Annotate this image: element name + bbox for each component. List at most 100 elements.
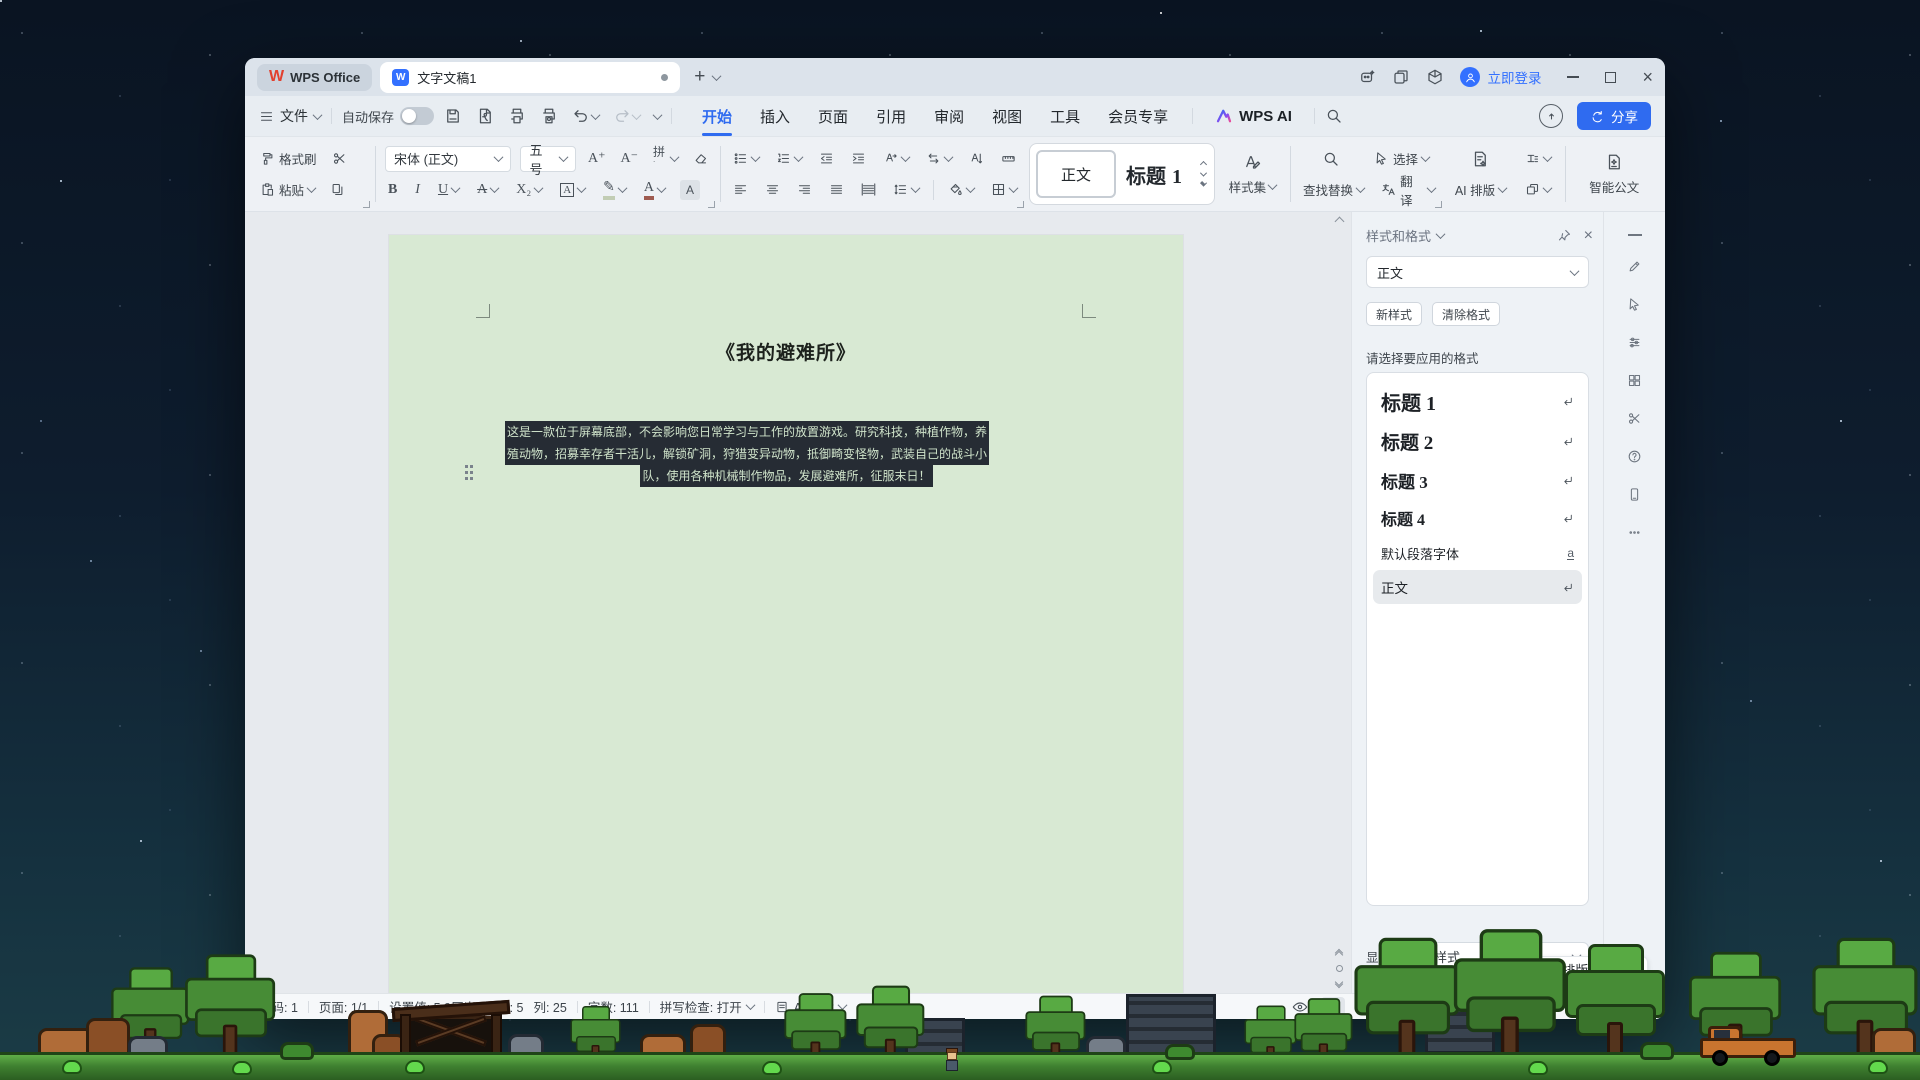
- style-item-heading2[interactable]: 标题 2: [1373, 421, 1582, 461]
- numbering-button[interactable]: [773, 146, 805, 172]
- highlight-button[interactable]: ✎: [600, 177, 629, 203]
- style-heading1-chip[interactable]: 标题1: [1126, 160, 1182, 189]
- login-entry[interactable]: 立即登录: [1460, 67, 1541, 87]
- pinyin-guide-button[interactable]: 拼´: [650, 146, 681, 172]
- rail-help-icon[interactable]: [1627, 449, 1642, 464]
- rail-more-icon[interactable]: [1627, 525, 1642, 540]
- tab-page[interactable]: 页面: [804, 96, 862, 136]
- gallery-up-icon[interactable]: [1200, 160, 1207, 167]
- shading-button[interactable]: [945, 177, 977, 203]
- pin-panel-icon[interactable]: [1557, 228, 1572, 243]
- close-button[interactable]: ×: [1642, 68, 1653, 86]
- rail-widgets-icon[interactable]: [1627, 373, 1642, 388]
- font-size-combo[interactable]: 五号: [520, 146, 575, 172]
- document-page[interactable]: 《我的避难所》 这是一款位于屏幕底部，不会影响您日常学习与工作的放置游戏。研究科…: [389, 235, 1183, 993]
- maximize-button[interactable]: [1605, 72, 1616, 83]
- copy-button[interactable]: [327, 177, 348, 203]
- panel-title-chevron-icon[interactable]: [1436, 229, 1446, 239]
- redo-button[interactable]: [613, 107, 640, 125]
- arrange-button[interactable]: [1522, 177, 1554, 203]
- text-direction-button[interactable]: [880, 146, 912, 172]
- find-replace-button[interactable]: 查找替换: [1300, 177, 1369, 203]
- font-name-combo[interactable]: 宋体 (正文): [385, 146, 512, 172]
- line-spacing-button[interactable]: [890, 177, 922, 203]
- style-item-heading1[interactable]: 标题 1: [1373, 381, 1582, 421]
- char-border-button[interactable]: A: [557, 177, 588, 203]
- document-body[interactable]: 这是一款位于屏幕底部，不会影响您日常学习与工作的放置游戏。研究科技，种植作物，养…: [505, 421, 1068, 487]
- subscript-button[interactable]: X₂: [513, 177, 545, 203]
- file-menu[interactable]: 文件: [259, 106, 321, 126]
- paste-button[interactable]: 粘贴: [257, 177, 318, 203]
- rail-clip-icon[interactable]: [1627, 411, 1642, 426]
- paragraph-drag-handle[interactable]: [465, 465, 468, 468]
- rail-annotate-icon[interactable]: [1627, 259, 1642, 274]
- clear-format-button[interactable]: [690, 146, 711, 172]
- quickbar-more-chevron-icon[interactable]: [653, 110, 663, 120]
- page-view-icon[interactable]: [1321, 997, 1345, 1017]
- justify-button[interactable]: [826, 177, 847, 203]
- new-tab-button[interactable]: +: [694, 66, 705, 88]
- style-set-button[interactable]: 样式集: [1224, 153, 1281, 196]
- underline-button[interactable]: U: [435, 177, 462, 203]
- autosave-toggle[interactable]: [400, 107, 434, 125]
- rail-mobile-icon[interactable]: [1627, 487, 1642, 502]
- tab-review[interactable]: 审阅: [920, 96, 978, 136]
- ai-layout-button[interactable]: AI 排版: [1447, 177, 1513, 203]
- ai-layout-floating-button[interactable]: AI 排版 VIP: [1516, 956, 1648, 983]
- translate-button[interactable]: 翻译: [1378, 177, 1438, 203]
- print-icon[interactable]: [508, 107, 526, 125]
- document-tab[interactable]: W 文字文稿1: [380, 62, 680, 93]
- bold-button[interactable]: B: [385, 177, 400, 203]
- workspace-cube-icon[interactable]: [1426, 68, 1444, 86]
- close-panel-icon[interactable]: ×: [1584, 227, 1593, 245]
- select-browse-object-button[interactable]: [1336, 965, 1343, 972]
- increase-font-button[interactable]: A⁺: [585, 146, 609, 172]
- wrap-button[interactable]: [923, 146, 955, 172]
- tab-list-chevron-icon[interactable]: [712, 71, 722, 81]
- strikethrough-button[interactable]: A: [474, 177, 501, 203]
- bullets-button[interactable]: [730, 146, 762, 172]
- increase-indent-button[interactable]: [848, 146, 869, 172]
- gallery-expand-icon[interactable]: [1200, 179, 1207, 186]
- fullscreen-play-icon[interactable]: [1387, 999, 1403, 1015]
- current-style-combo[interactable]: 正文: [1366, 256, 1589, 288]
- align-center-button[interactable]: [762, 177, 783, 203]
- font-color-button[interactable]: A: [641, 177, 668, 203]
- select-button[interactable]: 选择: [1371, 146, 1432, 172]
- font-group-expand[interactable]: [708, 201, 715, 208]
- smart-doc-button[interactable]: 智能公文: [1575, 153, 1653, 196]
- decrease-font-button[interactable]: A⁻: [617, 146, 641, 172]
- tab-wps-ai[interactable]: WPS AI: [1203, 107, 1304, 125]
- search-icon[interactable]: [1325, 107, 1343, 125]
- autosave-control[interactable]: 自动保存: [342, 107, 434, 126]
- align-right-button[interactable]: [794, 177, 815, 203]
- new-style-button[interactable]: 新样式: [1366, 302, 1422, 326]
- editing-group-expand[interactable]: [1435, 201, 1442, 208]
- minimize-button[interactable]: [1567, 76, 1579, 78]
- text-tool-button[interactable]: [1522, 146, 1554, 172]
- rail-adjust-icon[interactable]: [1627, 335, 1642, 350]
- char-shading-button[interactable]: A: [680, 180, 700, 200]
- clear-format-button[interactable]: 清除格式: [1432, 302, 1500, 326]
- tab-insert[interactable]: 插入: [746, 96, 804, 136]
- wps-assistant-icon[interactable]: [1358, 68, 1376, 86]
- previous-page-button[interactable]: [1336, 950, 1342, 958]
- wps-home-button[interactable]: W WPS Office: [257, 64, 372, 91]
- tab-home[interactable]: 开始: [688, 96, 746, 136]
- paragraph-group-expand[interactable]: [1017, 201, 1024, 208]
- clipboard-group-expand[interactable]: [363, 201, 370, 208]
- share-button[interactable]: 分享: [1577, 102, 1651, 130]
- style-normal-chip[interactable]: 正文: [1036, 150, 1116, 198]
- window-manage-icon[interactable]: [1392, 68, 1410, 86]
- style-item-heading3[interactable]: 标题 3: [1373, 461, 1582, 499]
- decrease-indent-button[interactable]: [816, 146, 837, 172]
- sort-button[interactable]: [966, 146, 987, 172]
- eye-hide-toolbar-icon[interactable]: [1292, 999, 1308, 1015]
- export-pdf-icon[interactable]: [476, 107, 494, 125]
- distribute-button[interactable]: [858, 177, 879, 203]
- cut-button[interactable]: [329, 146, 350, 172]
- borders-button[interactable]: [988, 177, 1020, 203]
- tab-member[interactable]: 会员专享: [1094, 96, 1182, 136]
- web-layout-icon[interactable]: [1416, 999, 1432, 1015]
- zoom-slider-knob[interactable]: [1529, 1001, 1541, 1013]
